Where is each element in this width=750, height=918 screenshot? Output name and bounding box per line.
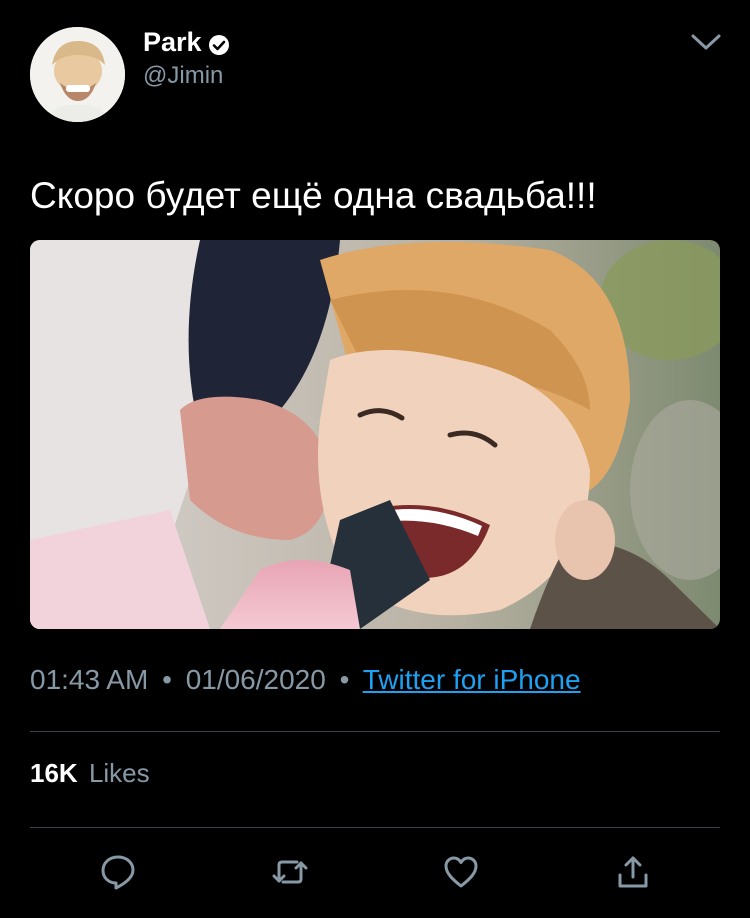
retweet-button[interactable] bbox=[270, 852, 310, 892]
divider bbox=[30, 827, 720, 828]
likes-label: Likes bbox=[88, 758, 150, 788]
meta-separator: • bbox=[339, 664, 350, 695]
meta-separator: • bbox=[162, 664, 172, 695]
user-info[interactable]: Park @Jimin bbox=[143, 26, 230, 91]
divider bbox=[30, 731, 720, 732]
reply-button[interactable] bbox=[98, 852, 138, 892]
likes-stat[interactable]: 16K Likes bbox=[30, 756, 150, 790]
tweet-date: 01/06/2020 bbox=[185, 664, 326, 695]
avatar[interactable] bbox=[30, 27, 125, 122]
like-icon bbox=[444, 856, 478, 888]
like-button[interactable] bbox=[441, 852, 481, 892]
reply-icon bbox=[101, 855, 135, 890]
display-name[interactable]: Park bbox=[143, 26, 230, 58]
more-options-chevron-icon[interactable] bbox=[690, 28, 722, 56]
display-name-text: Park bbox=[143, 27, 202, 57]
tweet-detail-page: Park @Jimin Скоро будет ещё одна свадьба… bbox=[0, 0, 750, 918]
tweet-meta: 01:43 AM • 01/06/2020 • Twitter for iPho… bbox=[30, 662, 581, 698]
share-button[interactable] bbox=[613, 852, 653, 892]
user-handle[interactable]: @Jimin bbox=[143, 61, 230, 91]
tweet-time: 01:43 AM bbox=[30, 664, 149, 695]
share-icon bbox=[618, 856, 648, 888]
tweet-text: Скоро будет ещё одна свадьба!!! bbox=[30, 175, 597, 216]
tweet-source-link[interactable]: Twitter for iPhone bbox=[363, 664, 581, 695]
tweet-media-image[interactable] bbox=[30, 240, 720, 629]
avatar-image bbox=[30, 27, 125, 122]
verified-badge-icon bbox=[208, 31, 230, 55]
retweet-icon bbox=[272, 860, 308, 884]
likes-count: 16K bbox=[30, 758, 78, 788]
